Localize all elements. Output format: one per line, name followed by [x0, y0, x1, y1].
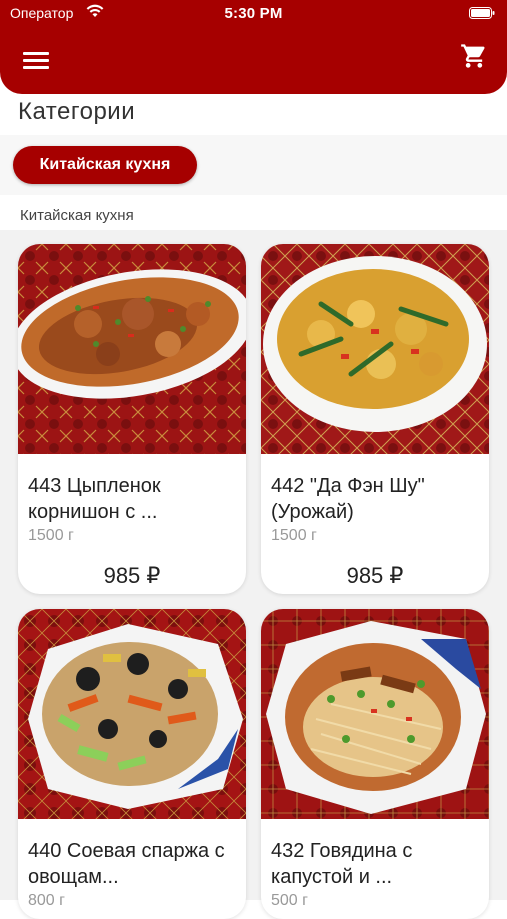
categories-title: Категории: [18, 98, 136, 125]
shopping-cart-icon[interactable]: [459, 42, 489, 70]
product-card[interactable]: 432 Говядина с капустой и ... 500 г: [261, 609, 489, 919]
battery-icon: [469, 7, 495, 19]
product-weight: 800 г: [28, 892, 65, 909]
app-bar: Оператор 5:30 PM: [0, 0, 507, 94]
category-chip-chinese-cuisine[interactable]: Китайская кухня: [13, 146, 197, 184]
product-card[interactable]: 443 Цыпленок корнишон с ... 1500 г 985 ₽: [18, 244, 246, 594]
product-photo: [18, 244, 246, 454]
product-price: 985 ₽: [346, 563, 404, 588]
product-name: 442 "Да Фэн Шу" (Урожай): [271, 475, 425, 523]
product-card[interactable]: 442 "Да Фэн Шу" (Урожай) 1500 г 985 ₽: [261, 244, 489, 594]
product-name: 432 Говядина с капустой и ...: [271, 840, 413, 888]
status-time: 5:30 PM: [224, 5, 283, 22]
product-photo: [261, 244, 489, 454]
product-weight: 1500 г: [28, 527, 74, 544]
hamburger-menu-icon[interactable]: [23, 49, 49, 71]
product-weight: 1500 г: [271, 527, 317, 544]
product-price: 985 ₽: [103, 563, 161, 588]
product-name: 443 Цыпленок корнишон с ...: [28, 475, 161, 523]
product-name: 440 Соевая спаржа с овощам...: [28, 840, 225, 888]
product-weight: 500 г: [271, 892, 308, 909]
section-label: Китайская кухня: [20, 207, 134, 224]
product-photo: [18, 609, 246, 819]
product-photo: [261, 609, 489, 819]
product-card[interactable]: 440 Соевая спаржа с овощам... 800 г: [18, 609, 246, 919]
